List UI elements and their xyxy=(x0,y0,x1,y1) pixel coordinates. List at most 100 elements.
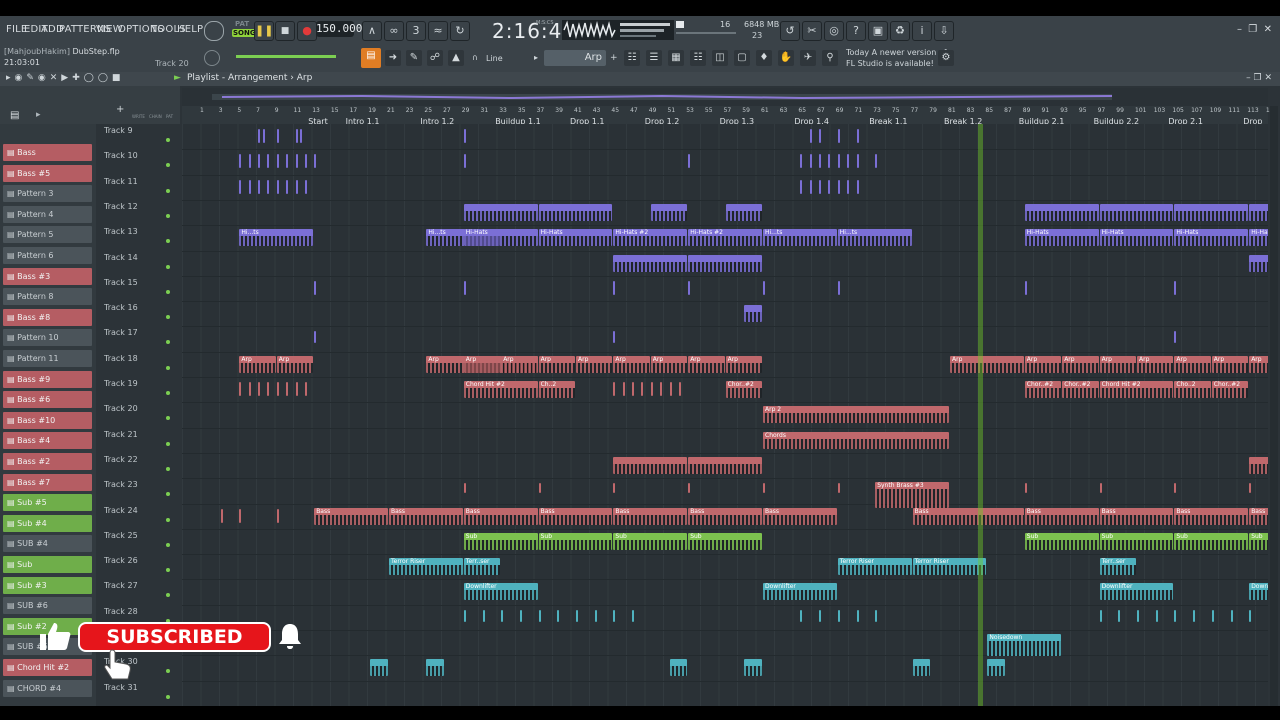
cart-icon[interactable]: ⚲ xyxy=(822,50,838,66)
browser-clip[interactable]: ▤ SUB #6 xyxy=(3,597,92,615)
pattern-clip[interactable]: Hi-Hats #2 xyxy=(688,229,762,247)
pattern-clip[interactable]: Arp xyxy=(1174,355,1211,373)
pattern-clip[interactable]: Bass xyxy=(1099,507,1174,525)
pattern-clip[interactable]: Arp xyxy=(1062,355,1099,373)
note-clip[interactable] xyxy=(239,382,242,396)
track-enable-led[interactable] xyxy=(166,517,170,522)
song-mode-label[interactable]: SONG xyxy=(232,29,257,37)
note-clip[interactable] xyxy=(463,483,466,494)
note-clip[interactable] xyxy=(819,154,822,169)
track-header[interactable]: Track 11 xyxy=(104,177,176,202)
pattern-clip[interactable]: Arp xyxy=(501,355,538,373)
pattern-clip[interactable] xyxy=(1249,203,1268,221)
pattern-clip[interactable]: Arp xyxy=(1099,355,1136,373)
track-header[interactable]: Track 25 xyxy=(104,531,176,556)
note-clip[interactable] xyxy=(828,154,831,169)
pattern-clip[interactable] xyxy=(613,254,688,272)
pattern-clip[interactable]: Sub xyxy=(463,532,538,550)
note-clip[interactable] xyxy=(314,280,317,295)
track-enable-led[interactable] xyxy=(166,239,170,244)
pattern-clip[interactable]: Bass xyxy=(538,507,613,525)
stop-icon[interactable]: ■ xyxy=(275,21,295,41)
browser-clip[interactable]: ▤ Pattern 11 xyxy=(3,350,92,367)
menu-help[interactable]: HELP xyxy=(177,24,203,35)
hint-knob-icon[interactable] xyxy=(204,21,224,41)
pattern-clip[interactable] xyxy=(688,254,762,272)
note-clip[interactable] xyxy=(314,154,317,169)
browser-clip[interactable]: ▤ Sub xyxy=(3,556,92,573)
browser-clip[interactable]: ▤ Pattern 3 xyxy=(3,185,92,203)
pattern-clip[interactable]: Bass xyxy=(688,507,762,525)
link-icon[interactable]: ☍ xyxy=(427,50,443,66)
pattern-clip[interactable]: Bass xyxy=(389,507,463,525)
track-enable-led[interactable] xyxy=(166,669,170,674)
note-clip[interactable] xyxy=(538,609,541,622)
browser-clip[interactable]: ▤ Bass #2 xyxy=(3,453,92,470)
track-header[interactable]: Track 14 xyxy=(104,253,176,278)
pattern-clip[interactable] xyxy=(688,456,762,474)
note-clip[interactable] xyxy=(1174,331,1177,344)
pat-label[interactable]: PAT xyxy=(166,114,173,119)
browser-clip[interactable]: ▤ CHORD #4 xyxy=(3,679,92,697)
pattern-clip[interactable] xyxy=(669,659,688,677)
note-clip[interactable] xyxy=(286,154,289,169)
note-clip[interactable] xyxy=(267,382,270,396)
note-clip[interactable] xyxy=(519,609,522,622)
note-clip[interactable] xyxy=(828,179,831,194)
note-clip[interactable] xyxy=(763,483,765,494)
browser-menu-icon[interactable]: ▤ xyxy=(10,110,19,121)
track-enable-led[interactable] xyxy=(166,264,170,269)
note-clip[interactable] xyxy=(1024,483,1027,494)
pattern-clip[interactable]: Chor..#2 xyxy=(1024,381,1062,398)
pattern-clip[interactable]: Hi-Hats xyxy=(538,229,613,247)
magnet-icon[interactable]: ∩ xyxy=(472,53,478,62)
track-header[interactable]: Track 19 xyxy=(104,379,176,404)
pattern-clip[interactable]: Downlifter xyxy=(463,583,538,601)
note-clip[interactable] xyxy=(594,609,597,622)
note-clip[interactable] xyxy=(613,609,616,622)
note-clip[interactable] xyxy=(276,179,279,194)
pattern-clip[interactable]: Arp xyxy=(1024,355,1062,373)
browser-clip[interactable]: ▤ Pattern 6 xyxy=(3,247,92,264)
pattern-clip[interactable]: Sub xyxy=(1099,532,1174,550)
main-volume-knob[interactable] xyxy=(204,50,220,66)
note-clip[interactable] xyxy=(763,280,765,295)
note-clip[interactable] xyxy=(463,129,466,143)
pattern-clip[interactable]: Hi-Hats xyxy=(463,229,538,247)
pencil-icon[interactable]: ✎ xyxy=(406,50,422,66)
info-icon[interactable]: i xyxy=(912,21,932,41)
note-clip[interactable] xyxy=(1174,483,1177,494)
pattern-clip[interactable]: Terr..ser xyxy=(463,558,501,576)
note-clip[interactable] xyxy=(819,129,822,143)
note-clip[interactable] xyxy=(262,129,265,143)
pattern-clip[interactable]: Hi...ts xyxy=(837,229,912,247)
piano-roll-icon[interactable]: ▦ xyxy=(668,50,684,66)
note-clip[interactable] xyxy=(295,382,298,396)
note-clip[interactable] xyxy=(258,179,261,194)
pattern-clip[interactable]: Ch..2 xyxy=(538,381,575,398)
track-enable-led[interactable] xyxy=(166,188,170,193)
track-header[interactable]: Track 23 xyxy=(104,480,176,505)
next-icon[interactable]: ➜ xyxy=(385,50,401,66)
note-clip[interactable] xyxy=(304,382,307,396)
track-enable-led[interactable] xyxy=(166,365,170,370)
pattern-clip[interactable]: Synth Brass #3 xyxy=(875,482,949,509)
chain-label[interactable]: CHAIN xyxy=(149,114,162,119)
note-clip[interactable] xyxy=(576,609,578,622)
note-clip[interactable] xyxy=(267,154,270,169)
note-clip[interactable] xyxy=(613,331,616,344)
pattern-clip[interactable]: Hi...ts xyxy=(763,229,837,247)
save-icon[interactable]: ▣ xyxy=(868,21,888,41)
browser-clip[interactable]: ▤ Pattern 8 xyxy=(3,288,92,306)
note-clip[interactable] xyxy=(267,179,270,194)
note-clip[interactable] xyxy=(1155,609,1158,622)
browser-clip[interactable]: ▤ Bass #6 xyxy=(3,391,92,409)
note-clip[interactable] xyxy=(650,382,653,396)
note-clip[interactable] xyxy=(304,154,307,169)
pattern-clip[interactable]: Hi-Hats #2 xyxy=(1249,229,1268,247)
note-clip[interactable] xyxy=(239,179,242,194)
note-clip[interactable] xyxy=(875,154,878,169)
plugin-icon[interactable]: ♻ xyxy=(890,21,910,41)
microphone-icon[interactable]: ◎ xyxy=(824,21,844,41)
note-clip[interactable] xyxy=(463,154,466,169)
